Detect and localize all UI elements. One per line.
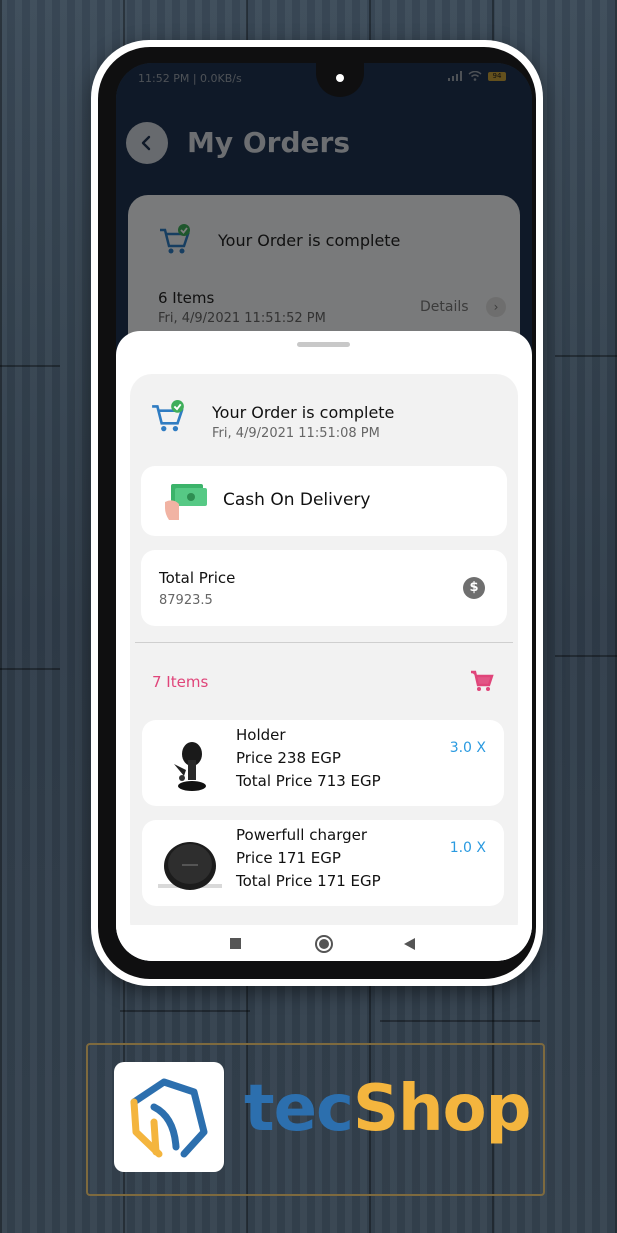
- wood-seam: [555, 655, 617, 657]
- payment-method: Cash On Delivery: [141, 466, 507, 536]
- product-quantity: 3.0 X: [449, 740, 486, 756]
- brand-wordmark: tecShop: [244, 1072, 531, 1146]
- sheet-drag-handle[interactable]: [297, 342, 350, 347]
- wood-seam: [0, 365, 60, 367]
- wood-seam: [555, 355, 617, 357]
- cart-icon[interactable]: [470, 670, 494, 692]
- order-date: Fri, 4/9/2021 11:51:08 PM: [212, 426, 380, 441]
- cash-icon: [165, 484, 207, 520]
- total-price-label: Total Price: [159, 569, 236, 587]
- phone-holder-image: [174, 742, 206, 791]
- nav-back-button[interactable]: [404, 938, 415, 950]
- phone-frame: 11:52 PM | 0.0KB/s 94 My Orders: [91, 40, 543, 986]
- items-count: 7 Items: [152, 673, 209, 691]
- phone-bezel: 11:52 PM | 0.0KB/s 94 My Orders: [98, 47, 536, 979]
- product-total: Total Price 171 EGP: [236, 872, 381, 890]
- payment-label: Cash On Delivery: [223, 490, 371, 510]
- dollar-icon: $: [463, 577, 485, 599]
- divider: [135, 642, 513, 643]
- wood-seam: [0, 668, 60, 670]
- order-header: Your Order is complete Fri, 4/9/2021 11:…: [130, 374, 518, 464]
- home-button[interactable]: [315, 935, 333, 953]
- system-nav-bar: [116, 925, 532, 961]
- camera-dot: [336, 74, 344, 82]
- cart-check-icon: [152, 400, 184, 432]
- wood-seam: [120, 1010, 250, 1012]
- product-price: Price 171 EGP: [236, 849, 341, 867]
- wood-seam: [380, 1020, 540, 1022]
- order-status: Your Order is complete: [212, 403, 395, 422]
- product-total: Total Price 713 EGP: [236, 772, 381, 790]
- total-price-value: 87923.5: [159, 593, 213, 608]
- total-price-box: Total Price 87923.5 $: [141, 550, 507, 626]
- order-details-sheet: Your Order is complete Fri, 4/9/2021 11:…: [116, 331, 532, 961]
- recents-button[interactable]: [230, 938, 241, 949]
- order-details-card: Your Order is complete Fri, 4/9/2021 11:…: [130, 374, 518, 944]
- wireless-charger-image: [158, 842, 222, 890]
- product-quantity: 1.0 X: [449, 840, 486, 856]
- brand-logo-tile: [114, 1062, 224, 1172]
- product-item[interactable]: Holder Price 238 EGP Total Price 713 EGP…: [142, 720, 504, 806]
- product-name: Powerfull charger: [236, 826, 368, 844]
- product-name: Holder: [236, 726, 286, 744]
- product-price: Price 238 EGP: [236, 749, 341, 767]
- product-item[interactable]: Powerfull charger Price 171 EGP Total Pr…: [142, 820, 504, 906]
- brand-logo-icon: [130, 1078, 208, 1158]
- phone-screen: 11:52 PM | 0.0KB/s 94 My Orders: [116, 63, 532, 961]
